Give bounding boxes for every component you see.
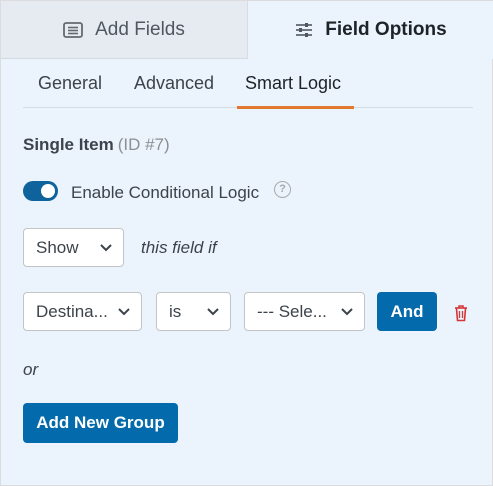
toggle-knob xyxy=(41,184,55,198)
conditional-logic-toggle[interactable] xyxy=(23,181,58,201)
trash-icon[interactable] xyxy=(453,304,469,322)
field-title: Single Item (ID #7) xyxy=(23,135,170,155)
subtab-smart-logic[interactable]: Smart Logic xyxy=(236,59,355,109)
sub-tabs: General Advanced Smart Logic xyxy=(23,59,473,109)
rule-value-select[interactable]: --- Sele... xyxy=(244,292,365,331)
rule-value-value: --- Sele... xyxy=(257,301,327,321)
field-name: Single Item xyxy=(23,135,114,154)
chevron-down-icon xyxy=(207,307,219,315)
and-button[interactable]: And xyxy=(377,292,437,331)
subtab-general[interactable]: General xyxy=(38,59,102,108)
tab-add-fields[interactable]: Add Fields xyxy=(1,1,248,59)
rule-field-select[interactable]: Destina... xyxy=(23,292,142,331)
or-label: or xyxy=(23,360,39,379)
chevron-down-icon xyxy=(100,243,112,251)
rule-field-value: Destina... xyxy=(36,301,108,321)
conditional-logic-label: Enable Conditional Logic xyxy=(71,183,260,202)
field-options-panel: Add Fields Field Options General Advance… xyxy=(0,0,493,486)
field-id: (ID #7) xyxy=(117,135,170,154)
tab-field-options-label: Field Options xyxy=(325,19,447,40)
top-tabs: Add Fields Field Options xyxy=(1,1,493,59)
subtab-advanced[interactable]: Advanced xyxy=(134,59,214,108)
action-select[interactable]: Show xyxy=(23,228,124,267)
tab-field-options[interactable]: Field Options xyxy=(248,1,493,59)
action-select-value: Show xyxy=(36,237,79,257)
list-icon xyxy=(63,21,84,38)
chevron-down-icon xyxy=(341,307,353,315)
action-suffix: this field if xyxy=(141,238,217,257)
sliders-icon xyxy=(295,22,313,38)
rule-operator-select[interactable]: is xyxy=(156,292,231,331)
rule-operator-value: is xyxy=(169,301,182,321)
chevron-down-icon xyxy=(118,307,130,315)
tab-add-fields-label: Add Fields xyxy=(95,18,185,40)
question-circle-icon[interactable]: ? xyxy=(274,181,291,198)
add-new-group-button[interactable]: Add New Group xyxy=(23,403,178,443)
